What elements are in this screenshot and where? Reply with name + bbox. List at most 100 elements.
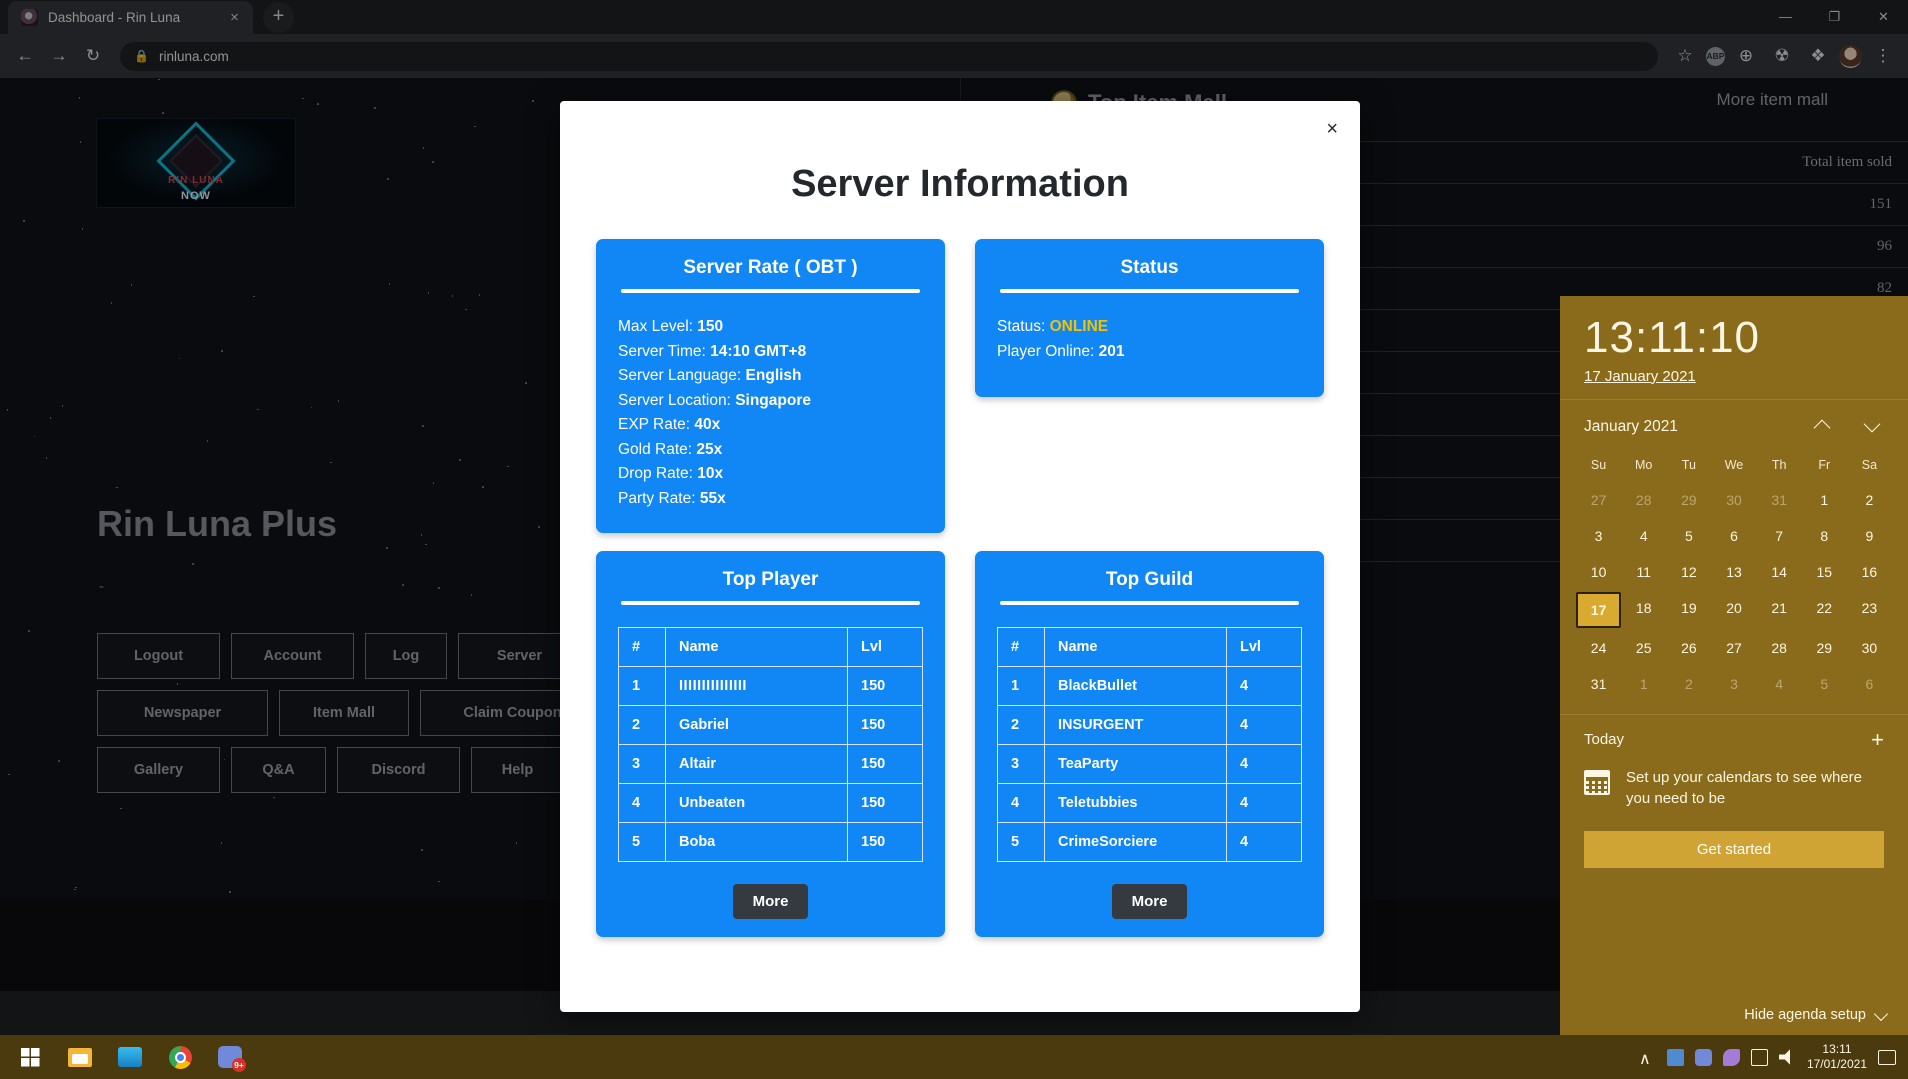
chrome-icon: [169, 1046, 192, 1069]
calendar-day[interactable]: 16: [1847, 556, 1892, 588]
calendar-day[interactable]: 4: [1757, 668, 1802, 700]
calendar-day[interactable]: 31: [1576, 668, 1621, 700]
name-cell: Boba: [666, 823, 848, 862]
name-cell: TeaParty: [1045, 745, 1227, 784]
lvl-cell: 4: [1227, 745, 1302, 784]
discord-button[interactable]: [208, 1035, 252, 1079]
calendar-day[interactable]: 20: [1711, 592, 1756, 628]
calendar-day[interactable]: 30: [1711, 484, 1756, 516]
top-guild-more-button[interactable]: More: [1112, 884, 1188, 919]
calendar-day[interactable]: 10: [1576, 556, 1621, 588]
calendar-day[interactable]: 3: [1711, 668, 1756, 700]
lvl-cell: 150: [848, 745, 923, 784]
calendar-day[interactable]: 24: [1576, 632, 1621, 664]
tray-overflow-icon[interactable]: ∧: [1639, 1049, 1656, 1066]
column-header: Lvl: [1227, 628, 1302, 667]
calendar-day[interactable]: 27: [1711, 632, 1756, 664]
calendar-day[interactable]: 31: [1757, 484, 1802, 516]
discord-icon: [218, 1046, 242, 1068]
calendar-day[interactable]: 8: [1802, 520, 1847, 552]
calendar-day-of-week: Sa: [1847, 450, 1892, 480]
game-app-button[interactable]: [108, 1035, 152, 1079]
tray-app-icon[interactable]: [1667, 1049, 1684, 1066]
calendar-day[interactable]: 30: [1847, 632, 1892, 664]
calendar-day[interactable]: 3: [1576, 520, 1621, 552]
calendar-day[interactable]: 9: [1847, 520, 1892, 552]
agenda-header: Today +: [1584, 729, 1884, 751]
calendar-day[interactable]: 5: [1666, 520, 1711, 552]
calendar-day[interactable]: 13: [1711, 556, 1756, 588]
table-row: 2Gabriel150: [619, 706, 923, 745]
start-button[interactable]: [8, 1035, 52, 1079]
calendar-day-today[interactable]: 17: [1576, 592, 1621, 628]
calendar-day[interactable]: 19: [1666, 592, 1711, 628]
calendar-day[interactable]: 28: [1621, 484, 1666, 516]
chevron-down-icon: [1874, 1007, 1890, 1023]
calendar-month-label[interactable]: January 2021: [1584, 418, 1678, 436]
server-rate-item: EXP Rate: 40x: [618, 413, 923, 438]
top-guild-card: Top Guild #NameLvl 1BlackBullet42INSURGE…: [975, 551, 1324, 937]
calendar-day[interactable]: 22: [1802, 592, 1847, 628]
calendar-day[interactable]: 11: [1621, 556, 1666, 588]
column-header: #: [998, 628, 1045, 667]
players-value: 201: [1099, 343, 1125, 360]
table-header-row: #NameLvl: [619, 628, 923, 667]
rank-cell: 3: [998, 745, 1045, 784]
calendar-day[interactable]: 6: [1711, 520, 1756, 552]
table-row: 5CrimeSorciere4: [998, 823, 1302, 862]
server-rate-item: Party Rate: 55x: [618, 487, 923, 512]
calendar-day[interactable]: 25: [1621, 632, 1666, 664]
add-event-icon[interactable]: +: [1871, 729, 1884, 751]
get-started-button[interactable]: Get started: [1584, 831, 1884, 868]
tray-discord-icon[interactable]: [1695, 1049, 1712, 1066]
tray-feather-icon[interactable]: [1723, 1049, 1740, 1066]
calendar-day[interactable]: 6: [1847, 668, 1892, 700]
calendar-day[interactable]: 1: [1802, 484, 1847, 516]
calendar-day[interactable]: 21: [1757, 592, 1802, 628]
clock-time: 13:11:10: [1584, 314, 1884, 362]
hide-agenda-setup-button[interactable]: Hide agenda setup: [1744, 1007, 1890, 1023]
top-player-card: Top Player #NameLvl 1IIIIIIIIIIIIIII1502…: [596, 551, 945, 937]
status-line: Status: ONLINE: [997, 315, 1302, 340]
close-icon[interactable]: ×: [1326, 119, 1338, 139]
calendar-day[interactable]: 5: [1802, 668, 1847, 700]
server-rate-item: Server Language: English: [618, 364, 923, 389]
tray-network-icon[interactable]: [1751, 1049, 1768, 1066]
calendar-day[interactable]: 4: [1621, 520, 1666, 552]
top-player-more-wrap: More: [618, 884, 923, 919]
top-player-more-button[interactable]: More: [733, 884, 809, 919]
tray-volume-icon[interactable]: [1779, 1049, 1796, 1066]
calendar-day[interactable]: 23: [1847, 592, 1892, 628]
taskbar-clock[interactable]: 13:11 17/01/2021: [1807, 1042, 1867, 1072]
calendar-header: January 2021: [1560, 400, 1908, 444]
calendar-day[interactable]: 14: [1757, 556, 1802, 588]
calendar-day[interactable]: 15: [1802, 556, 1847, 588]
calendar-day[interactable]: 27: [1576, 484, 1621, 516]
divider: [1000, 289, 1299, 293]
chevron-up-icon[interactable]: [1812, 416, 1834, 438]
calendar-day[interactable]: 26: [1666, 632, 1711, 664]
calendar-day[interactable]: 28: [1757, 632, 1802, 664]
calendar-day[interactable]: 29: [1802, 632, 1847, 664]
clock-date-link[interactable]: 17 January 2021: [1584, 368, 1884, 385]
file-explorer-button[interactable]: [58, 1035, 102, 1079]
players-label: Player Online:: [997, 343, 1099, 360]
calendar-day[interactable]: 2: [1666, 668, 1711, 700]
chevron-down-icon[interactable]: [1862, 416, 1884, 438]
chrome-button[interactable]: [158, 1035, 202, 1079]
taskbar: ∧ 13:11 17/01/2021: [0, 1035, 1908, 1079]
action-center-icon[interactable]: [1878, 1050, 1896, 1065]
calendar-day[interactable]: 18: [1621, 592, 1666, 628]
calendar-day[interactable]: 29: [1666, 484, 1711, 516]
modal-top-cards: Server Rate ( OBT ) Max Level: 150Server…: [578, 239, 1342, 533]
column-header: Lvl: [848, 628, 923, 667]
calendar-day[interactable]: 7: [1757, 520, 1802, 552]
calendar-day[interactable]: 1: [1621, 668, 1666, 700]
calendar-day[interactable]: 2: [1847, 484, 1892, 516]
rate-value: English: [746, 367, 802, 384]
table-row: 3TeaParty4: [998, 745, 1302, 784]
table-body: 1BlackBullet42INSURGENT43TeaParty44Telet…: [998, 667, 1302, 862]
calendar-day[interactable]: 12: [1666, 556, 1711, 588]
lvl-cell: 4: [1227, 784, 1302, 823]
calendar-day-of-week: Th: [1757, 450, 1802, 480]
